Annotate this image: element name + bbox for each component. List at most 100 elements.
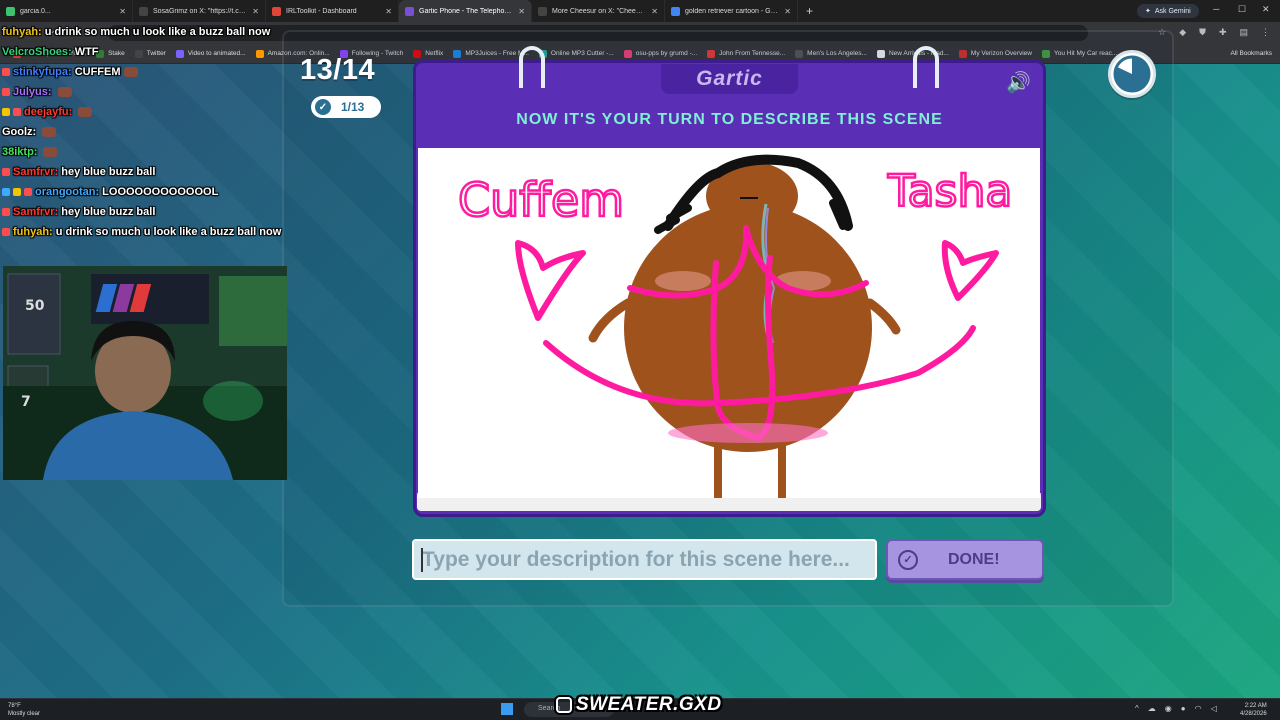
weather-temp: 78°F	[8, 703, 21, 709]
taskbar-clock[interactable]: 2:22 AM 4/28/2026	[1240, 702, 1267, 718]
drawing-arm-right	[865, 298, 901, 335]
done-button[interactable]: ✓ DONE!	[886, 539, 1044, 580]
stream-chat: fuhyah: u drink so much u look like a buz…	[2, 22, 342, 242]
chat-badge-icon	[13, 188, 21, 196]
gemini-icon: ✦	[1145, 8, 1151, 15]
chat-badge-icon	[2, 168, 10, 176]
chat-badge-icon	[13, 108, 21, 116]
drawing-word-left: Cuffem	[458, 173, 624, 227]
extension-icon[interactable]: ◆	[1179, 27, 1186, 38]
chat-username: VelcroShoes:	[2, 46, 72, 58]
chat-badge-icon	[2, 88, 10, 96]
chat-emote-icon	[43, 147, 58, 157]
webcam-jersey-number-2: 7	[21, 394, 31, 410]
done-check-icon: ✓	[898, 549, 918, 570]
chat-badge-icon	[24, 188, 32, 196]
chat-emote-icon	[123, 67, 138, 77]
chat-message: Samfrvr: hey blue buzz ball	[2, 202, 342, 222]
shield-icon[interactable]: ⛊	[1199, 27, 1206, 38]
tray-wifi-icon[interactable]: ◠	[1195, 704, 1202, 713]
drawing: Cuffem Tasha	[457, 154, 1014, 498]
tray-mic-icon[interactable]: ●	[1181, 704, 1186, 713]
drawing-arm-left	[588, 298, 633, 343]
timer-dial	[1113, 55, 1151, 93]
tray-app-icon[interactable]: ◉	[1165, 704, 1172, 713]
chat-badge-icon	[2, 108, 10, 116]
system-tray: ^ ☁ ◉ ● ◠ ◁	[1135, 704, 1217, 713]
chat-emote-icon	[57, 87, 72, 97]
browser-tab[interactable]: Gartic Phone - The Telephone G... ✕	[399, 0, 532, 22]
clock-date: 4/28/2026	[1240, 711, 1267, 717]
all-bookmarks[interactable]: All Bookmarks	[1230, 50, 1272, 57]
windows-start-icon[interactable]	[501, 703, 513, 715]
tab-favicon-icon	[139, 6, 148, 16]
ask-gemini-label: Ask Gemini	[1154, 7, 1191, 15]
tab-title: More Cheesur on X: "Cheesur...	[552, 7, 647, 15]
chat-username: stinkyfupa:	[13, 66, 72, 78]
tab-favicon-icon	[6, 6, 15, 16]
tab-title: golden retriever cartoon - Goo...	[685, 7, 780, 15]
chat-message: Julyus:	[2, 82, 342, 102]
maximize-icon[interactable]: ☐	[1238, 4, 1246, 15]
browser-tab[interactable]: SosaGrimz on X: "https://t.co/... ✕	[133, 0, 266, 22]
description-input[interactable]	[412, 539, 877, 580]
chat-message: Samfrvr: hey blue buzz ball	[2, 162, 342, 182]
chat-username: 38iktp:	[2, 146, 38, 158]
tray-cloud-icon[interactable]: ☁	[1148, 704, 1156, 713]
webcam-image: 50 7	[3, 266, 287, 480]
tray-chevron-icon[interactable]: ^	[1135, 704, 1139, 713]
close-window-icon[interactable]: ✕	[1262, 4, 1270, 15]
chat-text: CUFFEM	[74, 66, 121, 78]
speaker-icon[interactable]: 🔊	[1006, 70, 1031, 95]
minimize-icon[interactable]: ─	[1213, 4, 1219, 14]
clock-time: 2:22 AM	[1244, 703, 1267, 709]
tab-close-icon[interactable]: ✕	[385, 7, 392, 16]
browser-tab[interactable]: More Cheesur on X: "Cheesur... ✕	[532, 0, 665, 22]
chat-emote-icon	[42, 127, 57, 137]
new-tab-icon[interactable]: +	[798, 4, 821, 18]
chat-text: hey blue buzz ball	[61, 206, 156, 218]
watermark-text: SWEATER.GXD	[576, 694, 722, 715]
tab-title: garcia.0...	[20, 7, 51, 15]
tray-volume-icon[interactable]: ◁	[1211, 704, 1217, 713]
drawing-belly-shade	[668, 423, 828, 443]
menu-icon[interactable]: ⋮	[1261, 27, 1270, 38]
chat-message: Goolz:	[2, 122, 342, 142]
timer-icon	[1108, 50, 1156, 98]
chat-username: Samfrvr:	[13, 206, 59, 218]
chat-badge-icon	[2, 68, 10, 76]
tab-close-icon[interactable]: ✕	[651, 7, 658, 16]
webcam-jersey-number-1: 50	[25, 298, 45, 314]
chat-text: LOOOOOOOOOOOOL	[102, 186, 219, 198]
chat-username: Julyus:	[13, 86, 52, 98]
tab-favicon-icon	[671, 6, 680, 16]
tab-close-icon[interactable]: ✕	[119, 7, 126, 16]
drawing-canvas: Cuffem Tasha	[418, 148, 1040, 498]
puzzle-icon[interactable]: ✚	[1219, 27, 1227, 38]
chat-username: Samfrvr:	[13, 166, 59, 178]
drawing-word-right: Tasha	[887, 166, 1012, 217]
ask-gemini-button[interactable]: ✦ Ask Gemini	[1137, 4, 1199, 18]
tab-favicon-icon	[405, 6, 414, 16]
text-caret	[421, 548, 423, 572]
chat-text: WTF	[74, 46, 99, 58]
tab-favicon-icon	[538, 6, 547, 16]
weather-widget[interactable]: 78°F Mostly clear	[8, 702, 40, 718]
chat-badge-icon	[2, 208, 10, 216]
tab-title: SosaGrimz on X: "https://t.co/...	[153, 7, 248, 15]
chat-badge-icon	[2, 228, 10, 236]
browser-tab[interactable]: IRLToolkit - Dashboard ✕	[266, 0, 399, 22]
browser-tab[interactable]: garcia.0... ✕	[0, 0, 133, 22]
chat-message: stinkyfupa: CUFFEM	[2, 62, 342, 82]
sidebar-icon[interactable]: ▤	[1239, 27, 1248, 38]
streamer-watermark: SWEATER.GXD	[556, 694, 722, 716]
chat-message: orangootan: LOOOOOOOOOOOOL	[2, 182, 342, 202]
tab-close-icon[interactable]: ✕	[518, 7, 525, 16]
drawing-blush-left	[655, 271, 711, 291]
weather-desc: Mostly clear	[8, 711, 41, 717]
tab-close-icon[interactable]: ✕	[784, 7, 791, 16]
browser-tab-bar: garcia.0... ✕ SosaGrimz on X: "https://t.c…	[0, 0, 1280, 22]
binder-ring-right	[913, 46, 939, 88]
tab-close-icon[interactable]: ✕	[252, 7, 259, 16]
browser-tab[interactable]: golden retriever cartoon - Goo... ✕	[665, 0, 798, 22]
